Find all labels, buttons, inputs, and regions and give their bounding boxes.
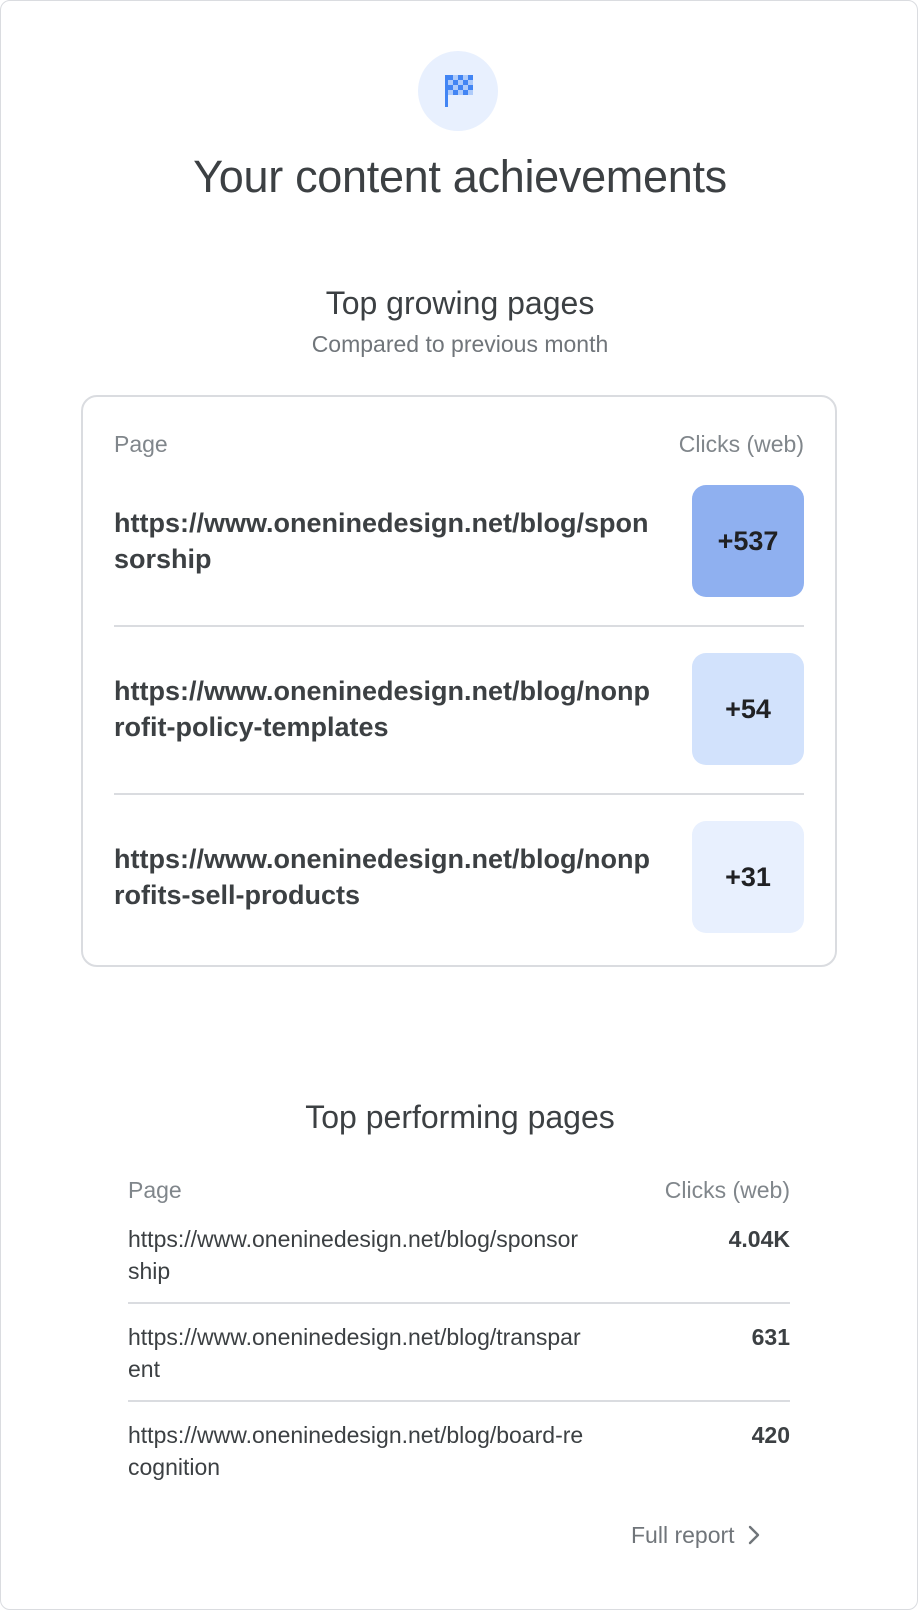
clicks-change-badge: +54 [692, 653, 804, 765]
table-row[interactable]: https://www.oneninedesign.net/blog/spons… [128, 1223, 790, 1293]
page-url[interactable]: https://www.oneninedesign.net/blog/spons… [128, 1223, 588, 1287]
achievements-card: Your content achievements Top growing pa… [0, 0, 918, 1610]
col-header-clicks: Clicks (web) [664, 1177, 790, 1203]
page-url[interactable]: https://www.oneninedesign.net/blog/spons… [114, 505, 659, 577]
row-divider [114, 793, 804, 795]
page-url[interactable]: https://www.oneninedesign.net/blog/nonpr… [114, 841, 659, 913]
table-row[interactable]: https://www.oneninedesign.net/blog/nonpr… [114, 821, 804, 989]
clicks-change-badge: +31 [692, 821, 804, 933]
top-growing-subtitle: Compared to previous month [311, 331, 609, 357]
table-row[interactable]: https://www.oneninedesign.net/blog/nonpr… [114, 653, 804, 821]
full-report-link[interactable]: Full report [631, 1517, 761, 1553]
full-report-label[interactable]: Full report [631, 1522, 735, 1549]
col-header-page: Page [128, 1177, 182, 1203]
clicks-value: 420 [751, 1422, 790, 1448]
top-performing-title: Top performing pages [305, 1099, 615, 1135]
page-title: Your content achievements [193, 151, 727, 202]
row-divider [114, 625, 804, 627]
page-url[interactable]: https://www.oneninedesign.net/blog/nonpr… [114, 673, 659, 745]
row-divider [128, 1400, 790, 1402]
flag-badge [418, 51, 498, 131]
clicks-value: 631 [751, 1324, 790, 1350]
top-growing-title: Top growing pages [325, 285, 595, 321]
col-header-clicks: Clicks (web) [678, 431, 804, 457]
col-header-page: Page [114, 431, 168, 457]
checkered-flag-icon [445, 75, 473, 107]
clicks-value: 4.04K [728, 1226, 790, 1252]
chevron-right-icon[interactable] [747, 1524, 761, 1546]
row-divider [128, 1302, 790, 1304]
page-url[interactable]: https://www.oneninedesign.net/blog/trans… [128, 1321, 588, 1385]
table-row[interactable]: https://www.oneninedesign.net/blog/board… [128, 1419, 790, 1489]
top-growing-table: Page Clicks (web) https://www.oneninedes… [81, 395, 837, 967]
table-row[interactable]: https://www.oneninedesign.net/blog/trans… [128, 1321, 790, 1391]
page-url[interactable]: https://www.oneninedesign.net/blog/board… [128, 1419, 588, 1483]
clicks-change-badge: +537 [692, 485, 804, 597]
table-row[interactable]: https://www.oneninedesign.net/blog/spons… [114, 485, 804, 653]
